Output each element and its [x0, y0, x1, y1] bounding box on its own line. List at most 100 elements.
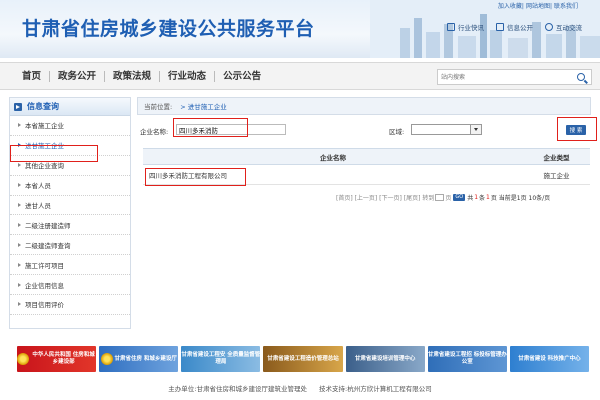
- quick-link-label: 行业快讯: [458, 24, 484, 32]
- highlight-box-company-name: [173, 118, 248, 137]
- sidebar-item-label: 本省人员: [25, 182, 51, 191]
- sidebar-item-local-personnel[interactable]: 本省人员: [10, 176, 130, 196]
- pager-total-pages: 1: [486, 194, 490, 201]
- sidebar-item-label: 二级建造师查询: [25, 241, 71, 250]
- breadcrumb-prefix: 当前位置:: [144, 103, 173, 111]
- column-header-name: 企业名称: [320, 153, 346, 162]
- breadcrumb-current[interactable]: > 进甘施工企业: [180, 101, 227, 111]
- pager-page-suffix: 页: [445, 195, 452, 202]
- sidebar-item-credit-evaluation[interactable]: 项目信用评价: [10, 295, 130, 315]
- triangle-icon: [18, 183, 21, 188]
- breadcrumb: 当前位置: > 进甘施工企业: [137, 97, 591, 115]
- partner-banners: 中华人民共和国 住房和城乡建设部 甘肃省住房 和城乡建设厅 甘肃省建设工程安 全…: [17, 346, 589, 372]
- company-type-cell: 施工企业: [543, 171, 570, 180]
- sidebar-item-label: 项目信用评价: [25, 301, 64, 310]
- table-header: 企业名称 企业类型: [143, 148, 590, 165]
- site-footer: 主办单位:甘肃省住房和城乡建设厅建筑业管理处 技术支持:杭州方欣计算机工程有限公司: [0, 383, 600, 393]
- company-name-label: 企业名称:: [140, 128, 169, 136]
- banner-label: 甘肃省建设工程造价管理总站: [267, 355, 339, 362]
- banner-tech-center[interactable]: 甘肃省建设 科技推广中心: [509, 346, 589, 372]
- banner-safety-bureau[interactable]: 甘肃省建设工程安 全质量监督管理局: [181, 346, 261, 372]
- quick-link-news[interactable]: 行业快讯: [447, 22, 484, 32]
- nav-items: 首页 政务公开 政策法规 行业动态 公示公告: [14, 71, 269, 82]
- sidebar-item-builder-query[interactable]: 二级建造师查询: [10, 235, 130, 256]
- site-header: 甘肃省住房城乡建设公共服务平台 加入收藏| 网站地图| 联系我们 行业快讯 信息公开…: [0, 0, 600, 58]
- site-search-input[interactable]: [438, 70, 568, 84]
- footer-host: 主办单位:甘肃省住房和城乡建设厅建筑业管理处: [168, 385, 307, 393]
- pager-total-prefix: 共: [467, 195, 474, 202]
- sidebar: 信息查询 本省施工企业 进甘施工企业 其他企业查询 本省人员 进甘人员 二级注册…: [9, 97, 131, 329]
- highlight-box-search-button: [557, 117, 597, 141]
- national-emblem-icon: [100, 353, 113, 365]
- nav-item-gov-affairs[interactable]: 政务公开: [50, 71, 106, 82]
- banner-label: 中华人民共和国 住房和城乡建设部: [32, 352, 95, 365]
- nav-item-home[interactable]: 首页: [14, 71, 51, 82]
- triangle-icon: [18, 203, 21, 207]
- sidebar-item-incoming-personnel[interactable]: 进甘人员: [10, 196, 130, 216]
- sidebar-header: 信息查询: [10, 98, 130, 116]
- column-header-type: 企业类型: [543, 153, 570, 162]
- triangle-icon: [18, 123, 21, 128]
- sidebar-item-label: 二级注册建造师: [25, 221, 71, 230]
- nav-item-policy[interactable]: 政策法规: [105, 71, 161, 82]
- sidebar-item-registered-builders[interactable]: 二级注册建造师: [10, 215, 130, 236]
- triangle-icon: [18, 262, 21, 267]
- page-number-input[interactable]: [435, 194, 445, 201]
- footer-support: 技术支持:杭州方欣计算机工程有限公司: [319, 385, 432, 393]
- sidebar-item-local-contractors[interactable]: 本省施工企业: [10, 116, 130, 136]
- triangle-icon: [18, 163, 21, 168]
- nav-item-industry-news[interactable]: 行业动态: [160, 71, 216, 82]
- triangle-icon: [18, 222, 21, 227]
- top-links: 加入收藏| 网站地图| 联系我们: [497, 3, 578, 10]
- banner-ministry[interactable]: 中华人民共和国 住房和城乡建设部: [17, 346, 97, 372]
- triangle-icon: [18, 242, 21, 247]
- sidebar-item-label: 进甘人员: [25, 202, 51, 210]
- search-icon[interactable]: [577, 73, 585, 81]
- info-icon: [496, 23, 504, 31]
- banner-label: 甘肃省住房 和城乡建设厅: [114, 355, 177, 362]
- quick-link-label: 信息公开: [507, 24, 533, 32]
- banner-label: 甘肃省建设工程安 全质量监督管理局: [181, 352, 261, 365]
- pager-go-button[interactable]: GO: [453, 194, 466, 201]
- pager-links[interactable]: [首页] [上一页] [下一页] [尾页] 转到: [336, 193, 434, 202]
- pager-total-suffix: 页 当前是1页 10条/页: [490, 195, 551, 202]
- sidebar-title: 信息查询: [27, 102, 59, 111]
- chat-icon: [545, 23, 553, 31]
- main-nav: 首页 政务公开 政策法规 行业动态 公示公告: [0, 62, 600, 90]
- sidebar-item-credit-info[interactable]: 企业信用信息: [10, 275, 130, 296]
- quick-link-label: 互动交流: [556, 24, 582, 32]
- pager-total-mid: 条: [479, 195, 486, 202]
- banner-training-center[interactable]: 甘肃省建设培训管理中心: [345, 346, 425, 372]
- highlight-box-sidebar: [10, 145, 98, 162]
- sidebar-item-label: 本省施工企业: [25, 122, 64, 131]
- quick-links: 行业快讯 信息公开 互动交流: [447, 22, 582, 32]
- pager-total-count: 1: [474, 194, 479, 201]
- banner-label: 甘肃省建设 科技推广中心: [518, 355, 581, 362]
- banner-label: 甘肃省建设培训管理中心: [354, 355, 416, 362]
- triangle-icon: [18, 302, 21, 307]
- banner-label: 甘肃省建设工程招 标投标管理办公室: [427, 352, 507, 365]
- arrow-square-icon: [14, 102, 22, 111]
- top-link-sitemap[interactable]: 网站地图: [526, 3, 550, 10]
- sidebar-item-label: 施工许可项目: [25, 261, 64, 270]
- triangle-icon: [18, 282, 21, 287]
- quick-link-info[interactable]: 信息公开: [496, 22, 533, 32]
- quick-link-chat[interactable]: 互动交流: [545, 22, 582, 32]
- sidebar-item-permit-projects[interactable]: 施工许可项目: [10, 255, 130, 276]
- national-emblem-icon: [17, 353, 29, 365]
- banner-bidding-office[interactable]: 甘肃省建设工程招 标投标管理办公室: [427, 346, 507, 372]
- news-icon: [447, 23, 455, 31]
- banner-provincial-department[interactable]: 甘肃省住房 和城乡建设厅: [99, 346, 179, 372]
- site-search: [437, 69, 592, 85]
- sidebar-item-label: 企业信用信息: [25, 281, 64, 290]
- banner-cost-station[interactable]: 甘肃省建设工程造价管理总站: [263, 346, 343, 372]
- highlight-box-result-row: [145, 168, 246, 186]
- chevron-down-icon[interactable]: [470, 125, 481, 134]
- top-link-contact[interactable]: 联系我们: [554, 3, 578, 10]
- pagination: [首页] [上一页] [下一页] [尾页] 转到 页 GO 共 1 条 1 页 …: [336, 193, 550, 202]
- area-label: 区域:: [389, 128, 405, 136]
- nav-item-announcements[interactable]: 公示公告: [215, 71, 269, 82]
- area-select[interactable]: [411, 124, 482, 135]
- site-title: 甘肃省住房城乡建设公共服务平台: [22, 18, 315, 40]
- top-link-favorite[interactable]: 加入收藏: [498, 3, 522, 10]
